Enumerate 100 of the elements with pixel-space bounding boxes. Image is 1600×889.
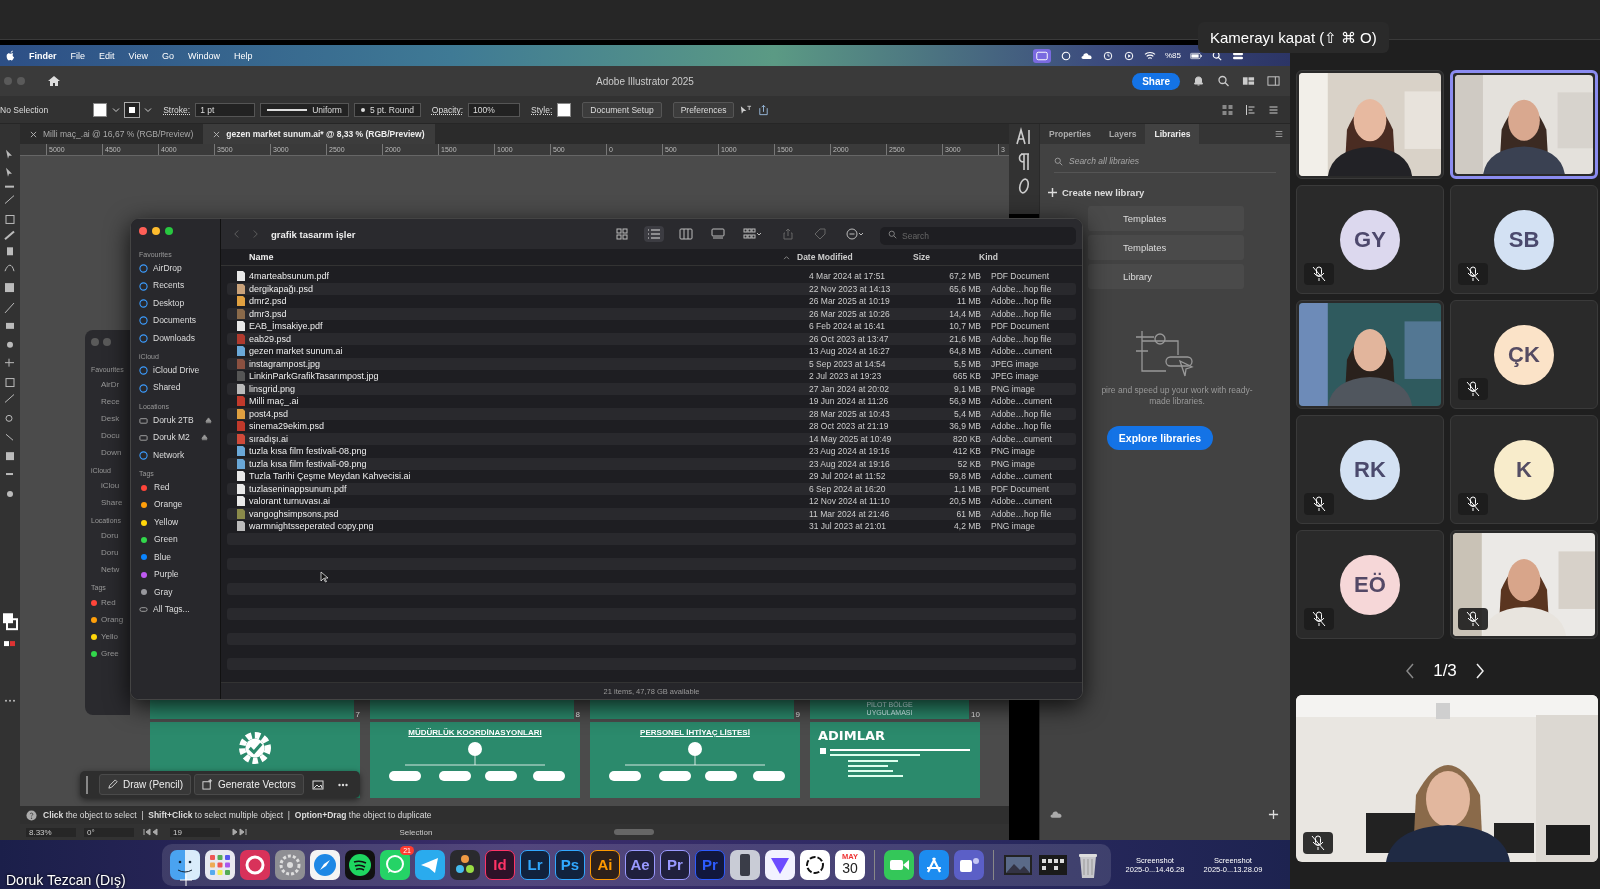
panel-tab[interactable]: Properties — [1040, 124, 1101, 144]
sidebar-item[interactable]: Netw — [91, 561, 130, 578]
scrollbar[interactable] — [614, 829, 654, 835]
sidebar-item[interactable]: Gray — [154, 583, 173, 601]
sidebar-item[interactable]: Gree — [101, 645, 119, 662]
gallery-view-icon[interactable] — [708, 226, 728, 242]
file-name[interactable]: Tuzla Tarihi Çeşme Meydan Kahvecisi.ai — [249, 471, 809, 482]
image-icon[interactable] — [311, 778, 324, 791]
add-icon[interactable] — [1267, 809, 1280, 820]
bell-icon[interactable] — [1192, 75, 1205, 87]
arrange-icon[interactable] — [1244, 103, 1257, 116]
caret-icon[interactable] — [112, 105, 121, 114]
search-icon[interactable] — [1211, 50, 1223, 61]
next-page-icon[interactable] — [1474, 663, 1485, 679]
circle-icon[interactable] — [139, 333, 148, 343]
wifi-icon[interactable] — [1144, 50, 1156, 61]
ring-app-icon[interactable] — [240, 849, 270, 880]
file-name[interactable]: dmr3.psd — [249, 308, 809, 319]
participant-tile[interactable]: RK — [1296, 415, 1444, 524]
document-tab[interactable]: gezen market sunum.ai* @ 8,33 % (RGB/Preview) — [203, 124, 435, 144]
video-camera-icon[interactable] — [884, 849, 914, 880]
launchpad-icon[interactable] — [205, 849, 235, 880]
sidebar-item[interactable]: Recents — [139, 277, 220, 295]
file-name[interactable]: dergikapağı.psd — [249, 283, 809, 294]
music-app-icon[interactable] — [345, 849, 375, 880]
column-header[interactable]: Date Modified — [797, 252, 909, 262]
align-icon[interactable] — [1221, 103, 1234, 116]
sidebar-item[interactable]: iClou — [91, 477, 130, 494]
chat-app-icon[interactable] — [380, 849, 410, 880]
sidebar-item[interactable]: Rece — [91, 393, 130, 410]
file-name[interactable]: sıradışı.ai — [249, 433, 809, 444]
eject-icon[interactable] — [200, 434, 208, 442]
sidebar-item[interactable]: Doru — [91, 544, 130, 561]
control-bar-button[interactable]: Document Setup — [582, 101, 662, 118]
sidebar-item[interactable]: Orange — [154, 496, 183, 514]
circle-icon[interactable] — [139, 366, 148, 376]
file-name[interactable]: sinema29ekim.psd — [249, 421, 809, 432]
style-swatch[interactable] — [557, 102, 572, 117]
column-header[interactable]: Size — [909, 252, 969, 262]
circle-icon[interactable] — [139, 281, 148, 291]
create-library-button[interactable]: Create new library — [1048, 187, 1145, 198]
select-icon[interactable] — [739, 103, 753, 116]
sidebar-item[interactable]: iCloud Drive — [139, 362, 220, 380]
close-button[interactable] — [139, 227, 147, 235]
app-icon[interactable]: Lr — [520, 849, 550, 880]
share-button[interactable]: Share — [1132, 72, 1180, 90]
phone-icon[interactable] — [730, 849, 760, 880]
participant-tile[interactable]: SB — [1450, 185, 1598, 294]
opacity-field[interactable]: 100% — [468, 102, 521, 117]
apple-icon[interactable] — [6, 50, 15, 61]
column-header[interactable]: Name — [249, 252, 797, 262]
sidebar-item[interactable]: Purple — [154, 566, 179, 584]
app-icon[interactable]: Ai — [590, 849, 620, 880]
file-name[interactable]: tuzlaseninappsunum.pdf — [249, 483, 809, 494]
close-icon[interactable] — [213, 130, 221, 138]
sidebar-item[interactable]: Shared — [139, 379, 220, 397]
battery-icon[interactable] — [1190, 50, 1202, 61]
minimize-button[interactable] — [152, 227, 160, 235]
sidebar-item[interactable]: AirDr — [91, 376, 130, 393]
checkmark-app-icon[interactable] — [765, 849, 795, 880]
caret-icon[interactable] — [144, 105, 153, 114]
file-name[interactable]: instagrampost.jpg — [249, 358, 809, 369]
file-name[interactable]: vangoghsimpsons.psd — [249, 508, 809, 519]
sort-caret-icon[interactable] — [783, 254, 790, 260]
knot-icon[interactable] — [800, 849, 830, 880]
cloud-icon[interactable] — [1081, 50, 1093, 61]
export-icon[interactable] — [757, 103, 771, 116]
file-name[interactable]: tuzla kısa film festivali-08.png — [249, 446, 809, 457]
compass-icon[interactable] — [310, 849, 340, 880]
sidebar-item[interactable]: Docu — [91, 427, 130, 444]
sidebar-item[interactable]: AirDrop — [139, 260, 220, 278]
three-circles-icon[interactable] — [450, 849, 480, 880]
menu-item[interactable]: Edit — [99, 50, 115, 61]
file-name[interactable]: eab29.psd — [249, 333, 809, 344]
library-search-field[interactable]: Search all libraries — [1069, 156, 1229, 166]
file-name[interactable]: Milli maç_.ai — [249, 396, 809, 407]
app-icon[interactable]: Ae — [625, 849, 655, 880]
participant-tile[interactable]: GY — [1296, 185, 1444, 294]
column-view-icon[interactable] — [676, 226, 696, 242]
paper-plane-icon[interactable] — [415, 849, 445, 880]
clock-icon[interactable] — [1102, 50, 1114, 61]
home-icon[interactable] — [47, 75, 61, 87]
panel-tab[interactable]: Libraries — [1145, 124, 1200, 144]
sidebar-item[interactable]: Down — [91, 444, 130, 461]
sidebar-item[interactable]: Network — [139, 446, 220, 465]
menu-item[interactable]: View — [128, 50, 148, 61]
circle-icon[interactable] — [139, 316, 148, 326]
toolbar-drawing[interactable] — [0, 124, 20, 840]
help-icon[interactable] — [26, 809, 37, 821]
sidebar-item[interactable]: Desktop — [139, 294, 220, 313]
library-item[interactable]: Templates — [1088, 235, 1244, 260]
file-name[interactable]: post4.psd — [249, 408, 809, 419]
app-icon[interactable]: Id — [485, 849, 515, 880]
panel-tab[interactable]: Layers — [1100, 124, 1146, 144]
stroke-swatch[interactable] — [125, 102, 140, 117]
sparkle-frame-icon[interactable] — [202, 779, 213, 790]
finder-icon[interactable] — [170, 849, 200, 880]
library-item[interactable]: Templates — [1088, 206, 1244, 231]
sidebar-item[interactable]: Downloads — [139, 329, 220, 348]
menu-item[interactable]: Go — [161, 50, 174, 61]
